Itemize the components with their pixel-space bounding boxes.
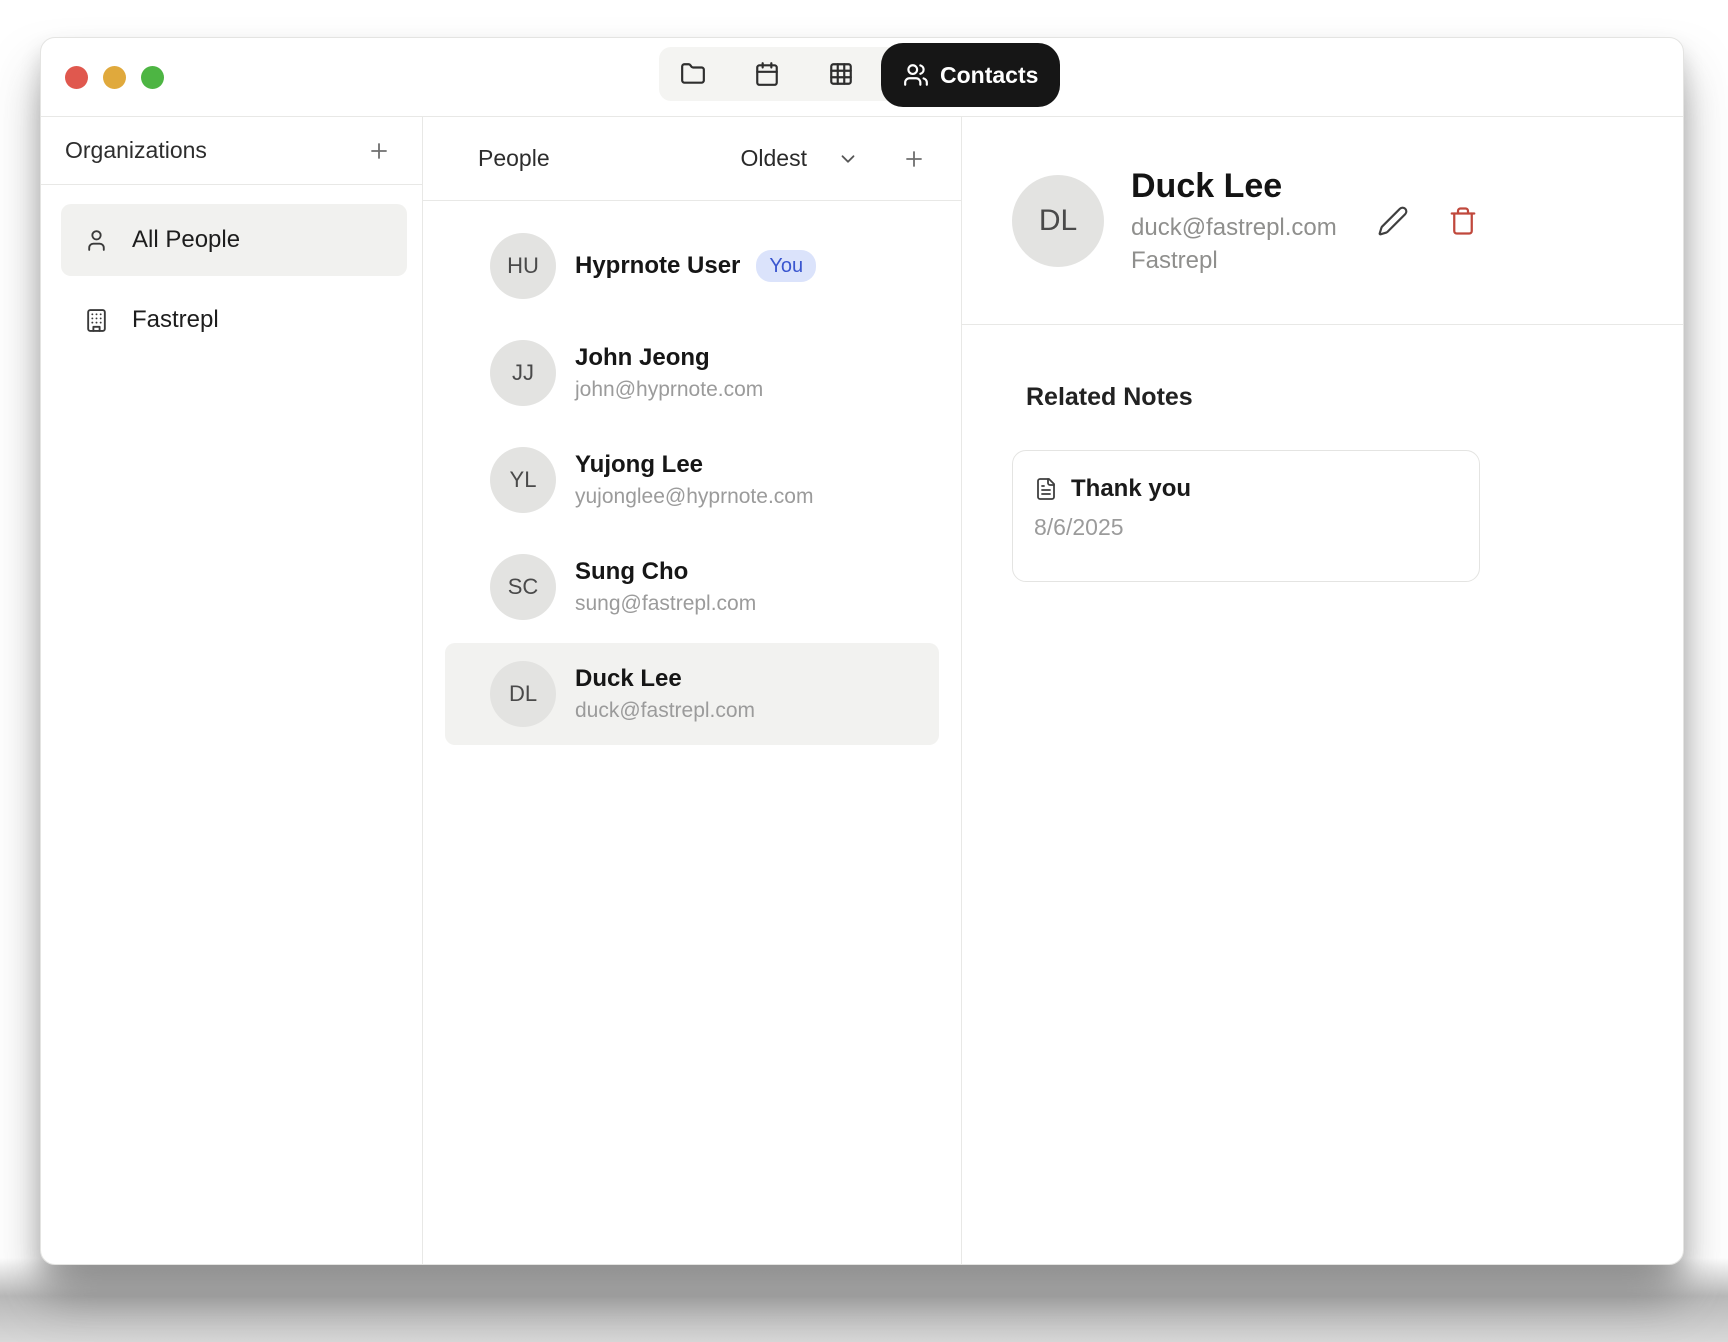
people-title: People xyxy=(478,145,550,172)
contact-email: duck@fastrepl.com xyxy=(1131,213,1337,243)
users-icon xyxy=(903,62,929,88)
avatar: JJ xyxy=(490,340,556,406)
traffic-lights xyxy=(65,38,164,117)
people-panel: People Oldest HU xyxy=(423,117,962,1264)
contacts-tab-button[interactable]: Contacts xyxy=(881,43,1060,107)
person-email: duck@fastrepl.com xyxy=(575,698,755,724)
calendar-icon xyxy=(754,61,780,87)
sidebar-item-label: Fastrepl xyxy=(132,306,219,334)
person-email: sung@fastrepl.com xyxy=(575,591,756,617)
person-row-john-jeong[interactable]: JJ John Jeong john@hyprnote.com xyxy=(445,322,939,424)
person-row-sung-cho[interactable]: SC Sung Cho sung@fastrepl.com xyxy=(445,536,939,638)
table-icon xyxy=(828,61,854,87)
sidebar-item-fastrepl[interactable]: Fastrepl xyxy=(61,284,407,356)
building-icon xyxy=(84,308,109,333)
person-email: yujonglee@hyprnote.com xyxy=(575,484,813,510)
close-button[interactable] xyxy=(65,66,88,89)
trash-icon xyxy=(1448,206,1478,236)
pencil-icon xyxy=(1377,205,1409,237)
people-header: People Oldest xyxy=(423,117,961,201)
folder-icon xyxy=(680,61,706,87)
contact-organization: Fastrepl xyxy=(1131,246,1337,276)
person-name: Duck Lee xyxy=(575,664,682,694)
sidebar-header: Organizations xyxy=(41,117,422,185)
document-icon xyxy=(1034,477,1058,501)
related-notes-section: Related Notes Thank you 8/6/2025 xyxy=(962,325,1683,582)
person-name: Yujong Lee xyxy=(575,450,703,480)
edit-contact-button[interactable] xyxy=(1376,204,1410,238)
you-badge: You xyxy=(756,250,816,282)
related-notes-title: Related Notes xyxy=(1026,383,1480,412)
avatar: DL xyxy=(490,661,556,727)
avatar: DL xyxy=(1012,175,1104,267)
person-row-yujong-lee[interactable]: YL Yujong Lee yujonglee@hyprnote.com xyxy=(445,429,939,531)
chevron-down-icon xyxy=(837,148,859,170)
organizations-sidebar: Organizations All People xyxy=(41,117,423,1264)
sidebar-item-label: All People xyxy=(132,226,240,254)
calendar-view-button[interactable] xyxy=(753,60,781,88)
contact-actions xyxy=(1376,204,1480,238)
note-card[interactable]: Thank you 8/6/2025 xyxy=(1012,450,1480,582)
person-name: John Jeong xyxy=(575,343,710,373)
note-date: 8/6/2025 xyxy=(1034,514,1455,541)
sidebar-title: Organizations xyxy=(65,137,207,164)
user-icon xyxy=(84,228,109,253)
contact-detail-panel: DL Duck Lee duck@fastrepl.com Fastrepl xyxy=(962,117,1683,1264)
plus-icon xyxy=(902,147,926,171)
sidebar-item-all-people[interactable]: All People xyxy=(61,204,407,276)
sort-dropdown[interactable]: Oldest xyxy=(741,145,859,172)
avatar: SC xyxy=(490,554,556,620)
plus-icon xyxy=(367,139,391,163)
add-person-button[interactable] xyxy=(899,144,929,174)
person-name: Hyprnote User xyxy=(575,251,740,281)
avatar: YL xyxy=(490,447,556,513)
table-view-button[interactable] xyxy=(827,60,855,88)
person-row-duck-lee[interactable]: DL Duck Lee duck@fastrepl.com xyxy=(445,643,939,745)
titlebar: Contacts xyxy=(41,38,1683,117)
person-email: john@hyprnote.com xyxy=(575,377,763,403)
sort-selected-value: Oldest xyxy=(741,145,807,172)
minimize-button[interactable] xyxy=(103,66,126,89)
notes-view-button[interactable] xyxy=(679,60,707,88)
zoom-button[interactable] xyxy=(141,66,164,89)
main-content: Organizations All People xyxy=(41,117,1683,1264)
contact-name: Duck Lee xyxy=(1131,166,1337,206)
app-window: Contacts Organizations All People xyxy=(40,37,1684,1265)
person-row-hyprnote-user[interactable]: HU Hyprnote User You xyxy=(445,215,939,317)
contact-detail-header: DL Duck Lee duck@fastrepl.com Fastrepl xyxy=(962,117,1683,325)
add-organization-button[interactable] xyxy=(364,136,394,166)
contacts-tab-label: Contacts xyxy=(940,62,1038,89)
sidebar-items: All People Fastrepl xyxy=(41,185,422,356)
avatar: HU xyxy=(490,233,556,299)
people-list: HU Hyprnote User You JJ John Jeong xyxy=(423,201,961,750)
delete-contact-button[interactable] xyxy=(1446,204,1480,238)
person-name: Sung Cho xyxy=(575,557,688,587)
note-title: Thank you xyxy=(1071,475,1191,503)
